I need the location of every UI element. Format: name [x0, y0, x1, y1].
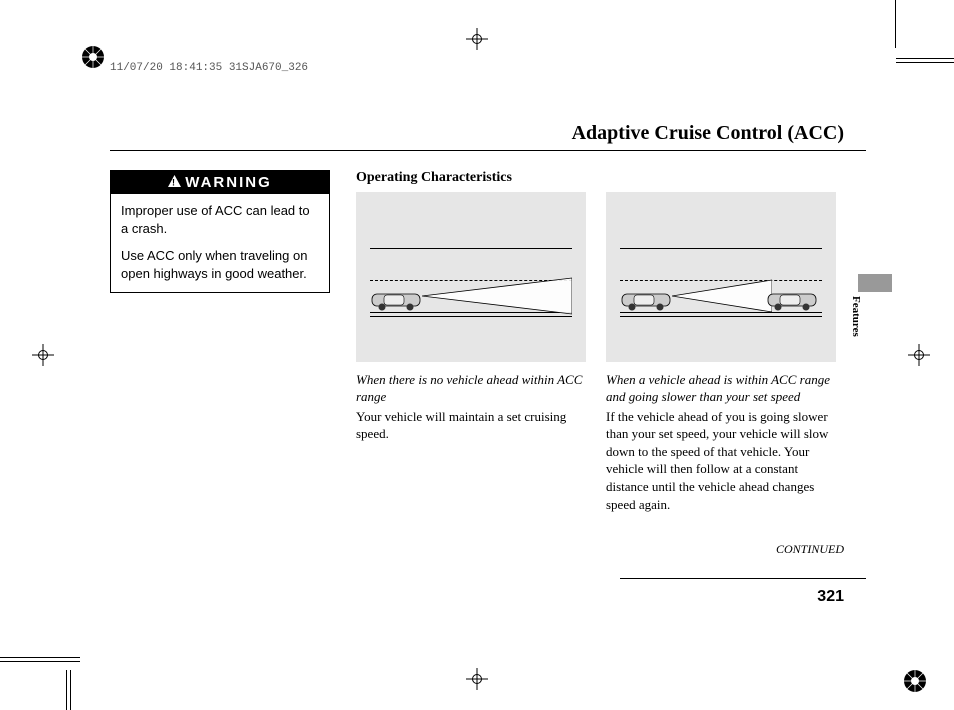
warning-header: ! WARNING	[111, 171, 329, 194]
crop-mark	[66, 670, 67, 710]
sensor-cone-icon	[422, 276, 572, 316]
page-number: 321	[817, 588, 844, 606]
scenario2-caption-italic: When a vehicle ahead is within ACC range…	[606, 372, 840, 406]
scenario2-caption-body: If the vehicle ahead of you is going slo…	[606, 408, 840, 513]
page-edge-tab	[858, 274, 892, 292]
crop-mark	[896, 62, 954, 63]
warning-box: ! WARNING Improper use of ACC can lead t…	[110, 170, 330, 293]
section-heading: Operating Characteristics	[356, 170, 590, 186]
crop-mark	[0, 661, 80, 662]
your-car-icon	[370, 288, 426, 312]
diagram-vehicle-ahead	[606, 192, 836, 362]
your-car-icon	[620, 288, 676, 312]
warning-text-1: Improper use of ACC can lead to a crash.	[121, 202, 319, 237]
title-rule	[110, 150, 866, 151]
registration-cross-icon	[32, 344, 54, 366]
lead-car-icon	[766, 288, 822, 312]
warning-body: Improper use of ACC can lead to a crash.…	[111, 194, 329, 292]
crop-mark	[896, 58, 954, 59]
print-header-stamp: 11/07/20 18:41:35 31SJA670_326	[110, 62, 308, 74]
scenario1-caption-body: Your vehicle will maintain a set cruisin…	[356, 408, 590, 443]
continued-label: CONTINUED	[776, 542, 844, 557]
warning-triangle-icon: !	[168, 174, 181, 191]
scenario1-caption-italic: When there is no vehicle ahead within AC…	[356, 372, 590, 406]
side-section-label: Features	[850, 296, 862, 337]
crop-mark	[70, 670, 71, 710]
svg-text:!: !	[172, 178, 177, 188]
diagram-no-vehicle-ahead	[356, 192, 586, 362]
column-scenario-1: Operating Characteristics When there is …	[356, 170, 590, 513]
registration-cross-icon	[466, 28, 488, 50]
column-warning: ! WARNING Improper use of ACC can lead t…	[110, 170, 340, 513]
crop-mark	[895, 0, 896, 48]
warning-label: WARNING	[185, 174, 272, 191]
crop-mark	[0, 657, 80, 658]
registration-cross-icon	[908, 344, 930, 366]
page-number-rule	[620, 578, 866, 579]
column-scenario-2: When a vehicle ahead is within ACC range…	[606, 170, 840, 513]
registration-mark-icon	[80, 44, 106, 70]
content-area: ! WARNING Improper use of ACC can lead t…	[110, 170, 866, 513]
page-title: Adaptive Cruise Control (ACC)	[572, 122, 844, 145]
warning-text-2: Use ACC only when traveling on open high…	[121, 247, 319, 282]
sensor-cone-icon	[672, 276, 772, 316]
registration-cross-icon	[466, 668, 488, 690]
registration-mark-icon	[902, 668, 928, 694]
